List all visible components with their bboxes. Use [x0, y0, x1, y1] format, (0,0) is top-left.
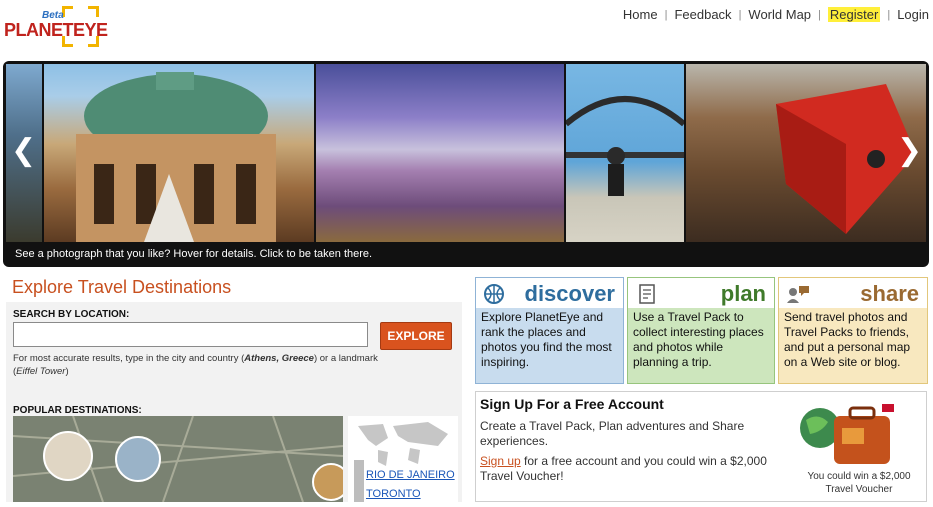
destination-link-rio[interactable]: RIO DE JANEIRO — [366, 469, 455, 481]
destinations-map[interactable] — [13, 416, 343, 502]
share-title: share — [860, 281, 919, 306]
top-navigation: Home | Feedback | World Map | Register |… — [623, 7, 929, 22]
travel-suitcase-icon — [800, 404, 894, 464]
dome-illustration — [76, 72, 276, 242]
plan-text: Use a Travel Pack to collect interesting… — [633, 310, 764, 369]
popular-destinations-label: POPULAR DESTINATIONS: — [13, 405, 142, 416]
nav-register-link[interactable]: Register — [827, 7, 881, 22]
destination-pin — [43, 431, 93, 481]
discover-title: discover — [524, 281, 616, 306]
document-edit-icon — [639, 284, 655, 304]
share-people-icon — [787, 286, 809, 303]
hint-text: ) — [65, 366, 69, 377]
nav-separator: | — [738, 8, 742, 21]
signup-offer-text: for a free account and you could win a $… — [480, 454, 767, 483]
slideshow-caption: See a photograph that you like? Hover fo… — [15, 248, 373, 260]
share-box[interactable]: share Send travel photos and Travel Pack… — [778, 277, 928, 384]
logo-name: PLANETEYE — [4, 20, 108, 40]
discover-text: Explore PlanetEye and rank the places an… — [481, 310, 612, 369]
slideshow-prev-arrow[interactable]: ❮ — [11, 136, 36, 166]
nav-feedback-link[interactable]: Feedback — [674, 7, 731, 22]
share-text: Send travel photos and Travel Packs to f… — [784, 310, 911, 369]
globe-icon — [484, 284, 504, 304]
bridge-illustration — [566, 96, 684, 196]
explore-title: Explore Travel Destinations — [12, 277, 232, 297]
destination-link-toronto[interactable]: TORONTO — [366, 488, 421, 500]
nav-world-map-link[interactable]: World Map — [748, 7, 811, 22]
red-cube-illustration — [776, 84, 916, 234]
plan-title: plan — [720, 281, 766, 306]
search-label: SEARCH BY LOCATION: — [13, 309, 130, 320]
nav-login-link[interactable]: Login — [897, 7, 929, 22]
signup-link[interactable]: Sign up — [480, 454, 521, 468]
slideshow-photo-5[interactable] — [686, 64, 926, 242]
nav-separator: | — [664, 8, 668, 21]
discover-box[interactable]: discover Explore PlanetEye and rank the … — [475, 277, 624, 384]
destination-pin — [115, 436, 161, 482]
nav-home-link[interactable]: Home — [623, 7, 658, 22]
location-search-input[interactable] — [13, 322, 368, 347]
hint-landmark: Eiffel Tower — [16, 366, 66, 377]
destination-pin — [312, 463, 343, 501]
hint-text: For most accurate results, type in the c… — [13, 353, 245, 364]
nav-separator: | — [818, 8, 821, 21]
signup-offer: Sign up for a free account and you could… — [480, 454, 780, 484]
voucher-caption: You could win a $2,000 Travel Voucher — [807, 471, 911, 495]
satellite-map-image — [13, 416, 343, 502]
explore-button[interactable]: EXPLORE — [380, 322, 452, 350]
signup-title: Sign Up For a Free Account — [480, 396, 664, 412]
slideshow-photo-2[interactable] — [44, 64, 314, 242]
planeteye-logo[interactable]: Beta PLANETEYE — [4, 6, 108, 50]
photo-slideshow: ❮ ❯ See a photograph that you like? Hove… — [3, 61, 929, 267]
search-hint: For most accurate results, type in the c… — [13, 352, 383, 378]
slideshow-photo-3[interactable] — [316, 64, 564, 242]
plan-box[interactable]: plan Use a Travel Pack to collect intere… — [627, 277, 775, 384]
signup-panel: Sign Up For a Free Account Create a Trav… — [475, 391, 927, 502]
nav-separator: | — [887, 8, 891, 21]
signup-text: Create a Travel Pack, Plan adventures an… — [480, 419, 745, 448]
slideshow-photo-4[interactable] — [566, 64, 684, 242]
slideshow-next-arrow[interactable]: ❯ — [897, 136, 922, 166]
hint-city: Athens, Greece — [244, 353, 314, 364]
